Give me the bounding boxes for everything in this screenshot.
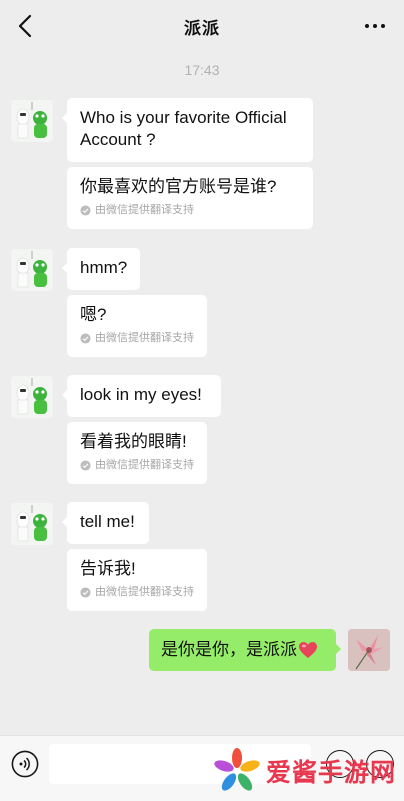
- translation-note-text: 由微信提供翻译支持: [95, 204, 194, 216]
- translation-note: 由微信提供翻译支持: [80, 203, 300, 217]
- nav-bar: 派派: [0, 0, 404, 52]
- chat-title: 派派: [184, 18, 220, 38]
- check-circle-icon: [80, 459, 91, 471]
- translation-text: 告诉我!: [80, 559, 136, 578]
- translation-note-text: 由微信提供翻译支持: [95, 332, 194, 344]
- contact-avatar[interactable]: [11, 100, 53, 142]
- message-text: Who is your favorite Official Account ?: [80, 108, 287, 149]
- translation-note: 由微信提供翻译支持: [80, 458, 194, 472]
- sent-message[interactable]: 是你是你，是派派: [149, 629, 341, 671]
- translation-bubble[interactable]: 告诉我! 由微信提供翻译支持: [67, 549, 207, 611]
- back-arrow-icon[interactable]: [10, 10, 42, 42]
- received-message[interactable]: hmm?: [62, 248, 140, 290]
- watermark-text: 爱酱手游网: [266, 758, 397, 787]
- translation-bubble[interactable]: 嗯? 由微信提供翻译支持: [67, 295, 207, 357]
- voice-icon[interactable]: [11, 750, 39, 778]
- heart-emoji-icon: [299, 642, 317, 658]
- translation-note: 由微信提供翻译支持: [80, 585, 194, 599]
- check-circle-icon: [80, 586, 91, 598]
- translation-bubble[interactable]: 你最喜欢的官方账号是谁? 由微信提供翻译支持: [67, 167, 313, 229]
- check-circle-icon: [80, 332, 91, 344]
- contact-avatar[interactable]: [11, 376, 53, 418]
- timestamp: 17:43: [184, 62, 220, 78]
- translation-note-text: 由微信提供翻译支持: [95, 459, 194, 471]
- pinwheel-logo-icon: [214, 748, 260, 791]
- flower-avatar-icon: [348, 629, 390, 671]
- message-text: look in my eyes!: [80, 385, 202, 404]
- translation-text: 你最喜欢的官方账号是谁?: [80, 177, 277, 196]
- watermark: 爱酱手游网: [212, 744, 402, 798]
- translation-text: 看着我的眼睛!: [80, 432, 187, 451]
- received-message[interactable]: tell me!: [62, 502, 149, 544]
- message-text: hmm?: [80, 258, 128, 277]
- received-message[interactable]: look in my eyes!: [62, 375, 221, 417]
- more-dots-icon[interactable]: [360, 13, 390, 39]
- contact-avatar[interactable]: [11, 249, 53, 291]
- check-circle-icon: [80, 204, 91, 216]
- avatar-figure-icon: [11, 503, 53, 545]
- contact-avatar[interactable]: [11, 503, 53, 545]
- received-message[interactable]: Who is your favorite Official Account ?: [62, 98, 313, 162]
- avatar-figure-icon: [11, 249, 53, 291]
- my-avatar[interactable]: [348, 629, 390, 671]
- avatar-figure-icon: [11, 376, 53, 418]
- translation-text: 嗯?: [80, 305, 107, 324]
- avatar-figure-icon: [11, 100, 53, 142]
- translation-note-text: 由微信提供翻译支持: [95, 586, 194, 598]
- sent-message-text: 是你是你，是派派: [161, 640, 297, 659]
- message-text: tell me!: [80, 512, 135, 531]
- translation-bubble[interactable]: 看着我的眼睛! 由微信提供翻译支持: [67, 422, 207, 484]
- translation-note: 由微信提供翻译支持: [80, 331, 194, 345]
